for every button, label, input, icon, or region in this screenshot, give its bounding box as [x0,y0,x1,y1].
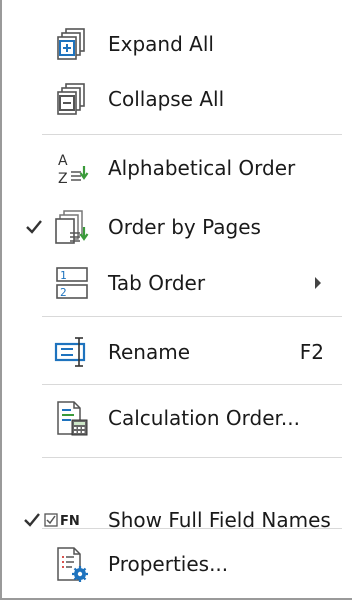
rename-shortcut: F2 [299,340,324,364]
svg-text:Z: Z [58,171,68,186]
svg-text:A: A [58,153,68,169]
tab-order-icon: 1 2 [56,267,88,299]
menu-item-tab-order[interactable]: 1 2 Tab Order [2,258,352,308]
collapse-all-label: Collapse All [108,87,225,111]
separator [42,528,342,529]
menu-item-alphabetical-order[interactable]: A Z Alphabetical Order [2,143,352,193]
checkmark-icon [24,513,40,527]
menu-item-calculation-order[interactable]: Calculation Order... [2,393,352,443]
context-menu: Expand All Collapse All A Z Alphabetical… [0,0,352,600]
rename-icon [54,337,86,367]
checkmark-icon [26,220,42,234]
menu-item-show-full-field-names[interactable]: FN Show Full Field Names [2,495,352,545]
alphabetical-order-label: Alphabetical Order [108,156,296,180]
calculation-order-label: Calculation Order... [108,406,301,430]
order-by-pages-icon [55,210,89,244]
collapse-all-icon [57,83,85,115]
tab-order-label: Tab Order [108,271,206,295]
expand-all-icon [57,28,85,60]
sort-alphabetical-icon: A Z [58,153,89,186]
menu-item-expand-all[interactable]: Expand All [2,19,352,69]
menu-item-properties[interactable]: Properties... [2,539,352,589]
expand-all-label: Expand All [108,32,214,56]
menu-item-rename[interactable]: Rename F2 [2,327,352,377]
separator [42,457,342,458]
properties-icon [57,547,88,582]
rename-label: Rename [108,340,191,364]
separator [42,134,342,135]
separator [42,316,342,317]
submenu-arrow-icon [315,277,321,289]
menu-item-collapse-all[interactable]: Collapse All [2,74,352,124]
order-by-pages-label: Order by Pages [108,215,261,239]
properties-label: Properties... [108,552,229,576]
calculation-order-icon [57,401,88,436]
separator [42,384,342,385]
full-field-names-icon-text: FN [60,514,80,529]
tab-order-number-2: 2 [60,286,67,299]
tab-order-number-1: 1 [60,269,67,282]
full-field-names-icon: FN [44,513,80,529]
menu-item-order-by-pages[interactable]: Order by Pages [2,202,352,252]
